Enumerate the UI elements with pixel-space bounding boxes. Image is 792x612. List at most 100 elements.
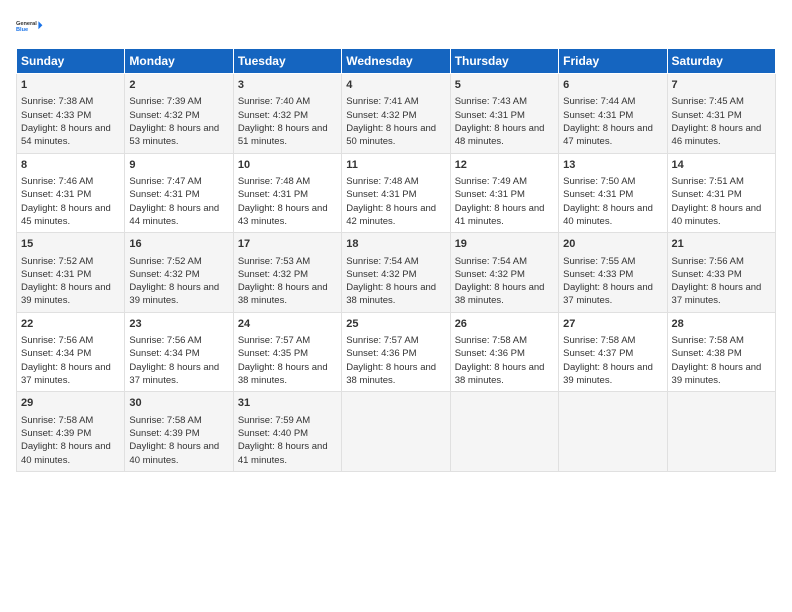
sunset-label: Sunset: 4:35 PM <box>238 348 308 359</box>
sunset-label: Sunset: 4:36 PM <box>346 348 416 359</box>
daylight-label: Daylight: 8 hours and 51 minutes. <box>238 123 328 147</box>
day-number: 1 <box>21 78 120 93</box>
calendar-cell: 28Sunrise: 7:58 AMSunset: 4:38 PMDayligh… <box>667 312 775 392</box>
day-number: 5 <box>455 78 554 93</box>
sunrise-label: Sunrise: 7:52 AM <box>21 256 93 267</box>
calendar-week-2: 8 Sunrise: 7:46 AM Sunset: 4:31 PM Daylight… <box>17 153 776 233</box>
calendar-cell: 20Sunrise: 7:55 AMSunset: 4:33 PMDayligh… <box>559 233 667 313</box>
day-number: 23 <box>129 317 228 332</box>
sunset-label: Sunset: 4:31 PM <box>238 189 308 200</box>
sunrise-label: Sunrise: 7:54 AM <box>455 256 527 267</box>
daylight-label: Daylight: 8 hours and 37 minutes. <box>21 362 111 386</box>
calendar-cell: 12Sunrise: 7:49 AMSunset: 4:31 PMDayligh… <box>450 153 558 233</box>
calendar-cell: 9Sunrise: 7:47 AMSunset: 4:31 PMDaylight… <box>125 153 233 233</box>
calendar-table: SundayMondayTuesdayWednesdayThursdayFrid… <box>16 48 776 472</box>
sunset-label: Sunset: 4:31 PM <box>455 189 525 200</box>
daylight-label: Daylight: 8 hours and 38 minutes. <box>346 362 436 386</box>
sunset-label: Sunset: 4:31 PM <box>455 110 525 121</box>
sunrise-label: Sunrise: 7:45 AM <box>672 96 744 107</box>
calendar-cell: 30Sunrise: 7:58 AMSunset: 4:39 PMDayligh… <box>125 392 233 472</box>
calendar-cell: 5Sunrise: 7:43 AMSunset: 4:31 PMDaylight… <box>450 74 558 154</box>
calendar-cell: 3Sunrise: 7:40 AMSunset: 4:32 PMDaylight… <box>233 74 341 154</box>
sunset-label: Sunset: 4:34 PM <box>21 348 91 359</box>
calendar-week-1: 1Sunrise: 7:38 AMSunset: 4:33 PMDaylight… <box>17 74 776 154</box>
sunrise-label: Sunrise: 7:58 AM <box>563 335 635 346</box>
day-header-thursday: Thursday <box>450 49 558 74</box>
sunrise-label: Sunrise: 7:57 AM <box>346 335 418 346</box>
calendar-cell: 6Sunrise: 7:44 AMSunset: 4:31 PMDaylight… <box>559 74 667 154</box>
calendar-cell: 16Sunrise: 7:52 AMSunset: 4:32 PMDayligh… <box>125 233 233 313</box>
sunset-label: Sunset: 4:31 PM <box>21 189 91 200</box>
day-number: 25 <box>346 317 445 332</box>
day-number: 10 <box>238 158 337 173</box>
calendar-cell <box>667 392 775 472</box>
sunset-label: Sunset: 4:32 PM <box>238 110 308 121</box>
daylight-label: Daylight: 8 hours and 40 minutes. <box>563 203 653 227</box>
svg-text:General: General <box>16 21 37 27</box>
day-number: 29 <box>21 396 120 411</box>
calendar-cell: 14Sunrise: 7:51 AMSunset: 4:31 PMDayligh… <box>667 153 775 233</box>
sunrise-label: Sunrise: 7:52 AM <box>129 256 201 267</box>
day-header-sunday: Sunday <box>17 49 125 74</box>
calendar-cell: 24Sunrise: 7:57 AMSunset: 4:35 PMDayligh… <box>233 312 341 392</box>
sunrise-label: Sunrise: 7:41 AM <box>346 96 418 107</box>
calendar-cell: 15Sunrise: 7:52 AMSunset: 4:31 PMDayligh… <box>17 233 125 313</box>
daylight-label: Daylight: 8 hours and 37 minutes. <box>563 282 653 306</box>
sunrise-label: Sunrise: 7:50 AM <box>563 176 635 187</box>
page-header: GeneralBlue <box>16 12 776 40</box>
sunset-label: Sunset: 4:37 PM <box>563 348 633 359</box>
sunrise-label: Sunrise: 7:55 AM <box>563 256 635 267</box>
day-number: 31 <box>238 396 337 411</box>
sunrise-label: Sunrise: 7:59 AM <box>238 415 310 426</box>
sunrise-label: Sunrise: 7:56 AM <box>129 335 201 346</box>
day-number: 21 <box>672 237 771 252</box>
day-header-saturday: Saturday <box>667 49 775 74</box>
sunset-label: Sunset: 4:39 PM <box>129 428 199 439</box>
daylight-label: Daylight: 8 hours and 38 minutes. <box>238 282 328 306</box>
daylight-label: Daylight: 8 hours and 50 minutes. <box>346 123 436 147</box>
calendar-cell: 25 Sunrise: 7:57 AM Sunset: 4:36 PM Dayligh… <box>342 312 450 392</box>
calendar-cell: 19Sunrise: 7:54 AMSunset: 4:32 PMDayligh… <box>450 233 558 313</box>
day-number: 24 <box>238 317 337 332</box>
day-number: 30 <box>129 396 228 411</box>
daylight-label: Daylight: 8 hours and 38 minutes. <box>455 282 545 306</box>
calendar-cell <box>450 392 558 472</box>
daylight-label: Daylight: 8 hours and 37 minutes. <box>672 282 762 306</box>
day-number: 15 <box>21 237 120 252</box>
sunset-label: Sunset: 4:31 PM <box>563 189 633 200</box>
daylight-label: Daylight: 8 hours and 40 minutes. <box>129 441 219 465</box>
daylight-label: Daylight: 8 hours and 45 minutes. <box>21 203 111 227</box>
day-header-friday: Friday <box>559 49 667 74</box>
sunset-label: Sunset: 4:31 PM <box>346 189 416 200</box>
day-number: 8 <box>21 158 120 173</box>
daylight-label: Daylight: 8 hours and 42 minutes. <box>346 203 436 227</box>
sunset-label: Sunset: 4:32 PM <box>129 110 199 121</box>
sunrise-label: Sunrise: 7:57 AM <box>238 335 310 346</box>
sunrise-label: Sunrise: 7:46 AM <box>21 176 93 187</box>
sunrise-label: Sunrise: 7:58 AM <box>21 415 93 426</box>
calendar-cell: 17Sunrise: 7:53 AMSunset: 4:32 PMDayligh… <box>233 233 341 313</box>
sunrise-label: Sunrise: 7:56 AM <box>21 335 93 346</box>
daylight-label: Daylight: 8 hours and 44 minutes. <box>129 203 219 227</box>
daylight-label: Daylight: 8 hours and 53 minutes. <box>129 123 219 147</box>
daylight-label: Daylight: 8 hours and 41 minutes. <box>238 441 328 465</box>
sunset-label: Sunset: 4:33 PM <box>672 269 742 280</box>
sunset-label: Sunset: 4:39 PM <box>21 428 91 439</box>
calendar-cell: 1Sunrise: 7:38 AMSunset: 4:33 PMDaylight… <box>17 74 125 154</box>
day-number: 4 <box>346 78 445 93</box>
day-number: 7 <box>672 78 771 93</box>
day-number: 6 <box>563 78 662 93</box>
daylight-label: Daylight: 8 hours and 38 minutes. <box>346 282 436 306</box>
sunset-label: Sunset: 4:34 PM <box>129 348 199 359</box>
svg-text:Blue: Blue <box>16 27 28 33</box>
calendar-cell: 22Sunrise: 7:56 AMSunset: 4:34 PMDayligh… <box>17 312 125 392</box>
daylight-label: Daylight: 8 hours and 39 minutes. <box>563 362 653 386</box>
daylight-label: Daylight: 8 hours and 39 minutes. <box>21 282 111 306</box>
sunrise-label: Sunrise: 7:58 AM <box>455 335 527 346</box>
daylight-label: Daylight: 8 hours and 40 minutes. <box>21 441 111 465</box>
sunrise-label: Sunrise: 7:39 AM <box>129 96 201 107</box>
calendar-cell <box>559 392 667 472</box>
daylight-label: Daylight: 8 hours and 47 minutes. <box>563 123 653 147</box>
day-number: 13 <box>563 158 662 173</box>
calendar-page: GeneralBlue SundayMondayTuesdayWednesday… <box>0 0 792 612</box>
